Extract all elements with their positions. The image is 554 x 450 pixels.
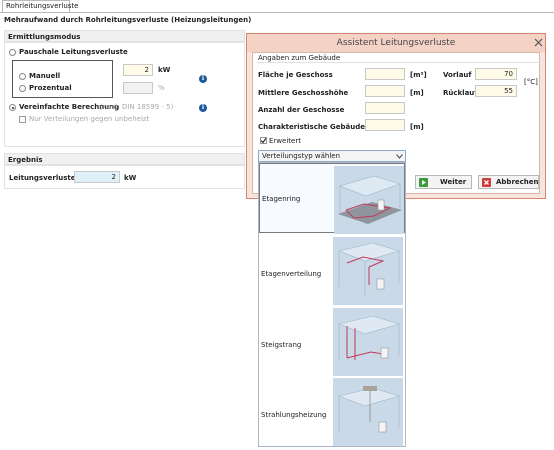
steigstrang-illustration <box>333 308 403 376</box>
vorlauf-label: Vorlauf <box>443 71 472 79</box>
abbrechen-button[interactable]: Abbrechen <box>478 175 539 189</box>
option-label: Etagenring <box>262 195 301 203</box>
flaeche-label: Fläche je Geschoss <box>258 71 333 79</box>
tab-rohrleitungsverluste[interactable]: Rohrleitungsverluste <box>2 0 78 12</box>
abbrechen-label: Abbrechen <box>496 178 539 186</box>
option-etagenverteilung[interactable]: Etagenverteilung <box>259 235 405 305</box>
section-header-ergebnis: Ergebnis <box>4 153 245 165</box>
pauschal-label: Pauschale Leitungsverluste <box>19 48 128 56</box>
laenge-input[interactable] <box>365 119 405 131</box>
radio-pauschal[interactable] <box>9 49 16 56</box>
leitungsverluste-value: 2 <box>74 171 120 183</box>
radio-prozentual[interactable] <box>19 85 26 92</box>
prozentual-unit: % <box>158 84 165 92</box>
etagenverteilung-illustration <box>333 237 403 305</box>
laenge-unit: [m] <box>410 123 424 131</box>
hoehe-label: Mittlere Geschosshöhe <box>258 89 349 97</box>
weiter-label: Weiter <box>440 178 467 186</box>
info-icon[interactable]: i <box>199 104 207 112</box>
flaeche-input[interactable] <box>365 68 405 80</box>
hoehe-unit: [m] <box>410 89 424 97</box>
anzahl-input[interactable] <box>365 102 405 114</box>
page-title: Mehraufwand durch Rohrleitungsverluste (… <box>4 16 252 24</box>
close-icon[interactable] <box>534 38 543 47</box>
manuell-input[interactable]: 2 <box>123 64 153 76</box>
hoehe-input[interactable] <box>365 85 405 97</box>
tab-divider <box>0 12 554 13</box>
weiter-button[interactable]: Weiter <box>415 175 472 189</box>
pauschal-group <box>12 60 113 98</box>
radio-vereinfacht[interactable] <box>9 104 16 111</box>
info-icon[interactable]: i <box>199 75 207 83</box>
radio-manuell[interactable] <box>19 73 26 80</box>
section-header-ermittlungsmodus: Ermittlungsmodus <box>4 30 245 42</box>
nur-verteilungen-label: Nur Verteilungen gegen unbeheizt <box>29 115 150 123</box>
prozentual-input[interactable] <box>123 82 153 94</box>
arrow-right-icon <box>419 178 428 187</box>
etagenring-illustration <box>334 166 404 234</box>
option-etagenring[interactable]: Etagenring <box>259 163 405 234</box>
option-label: Steigstrang <box>261 341 302 349</box>
option-label: Strahlungsheizung <box>261 411 327 419</box>
group-label: Angaben zum Gebäude <box>258 54 341 62</box>
verteilungstyp-select[interactable]: Verteilungstyp wählen <box>258 150 406 162</box>
option-steigstrang[interactable]: Steigstrang <box>259 306 405 376</box>
temperature-unit: [°C] <box>524 78 538 86</box>
verteilungstyp-list: Etagenring Etagenverteilung Steigstrang <box>258 162 406 447</box>
manuell-label: Manuell <box>29 72 61 80</box>
manuell-unit: kW <box>158 66 171 74</box>
vereinfacht-note: (nach DIN 18599 - 5) <box>100 103 174 111</box>
nur-verteilungen-checkbox[interactable] <box>19 116 26 123</box>
verteilungstyp-select-value: Verteilungstyp wählen <box>262 152 341 160</box>
option-strahlungsheizung[interactable]: Strahlungsheizung <box>259 376 405 446</box>
group-divider <box>257 62 541 63</box>
option-label: Etagenverteilung <box>261 270 322 278</box>
chevron-down-icon <box>396 154 403 159</box>
flaeche-unit: [m²] <box>410 71 427 79</box>
dialog-title: Assistent Leitungsverluste <box>247 34 545 52</box>
erweitert-label: Erweitert <box>269 137 301 145</box>
leitungsverluste-unit: kW <box>124 174 137 182</box>
vorlauf-input[interactable]: 70 <box>475 68 517 80</box>
checkmark-icon <box>260 137 267 144</box>
ruecklauf-label: Rücklauf <box>443 89 478 97</box>
strahlungsheizung-illustration <box>333 378 403 446</box>
prozentual-label: Prozentual <box>29 84 72 92</box>
ruecklauf-input[interactable]: 55 <box>475 85 517 97</box>
cancel-icon <box>482 178 491 187</box>
anzahl-label: Anzahl der Geschosse <box>258 106 345 114</box>
leitungsverluste-label: Leitungsverluste <box>9 174 76 182</box>
erweitert-checkbox[interactable] <box>260 137 267 144</box>
